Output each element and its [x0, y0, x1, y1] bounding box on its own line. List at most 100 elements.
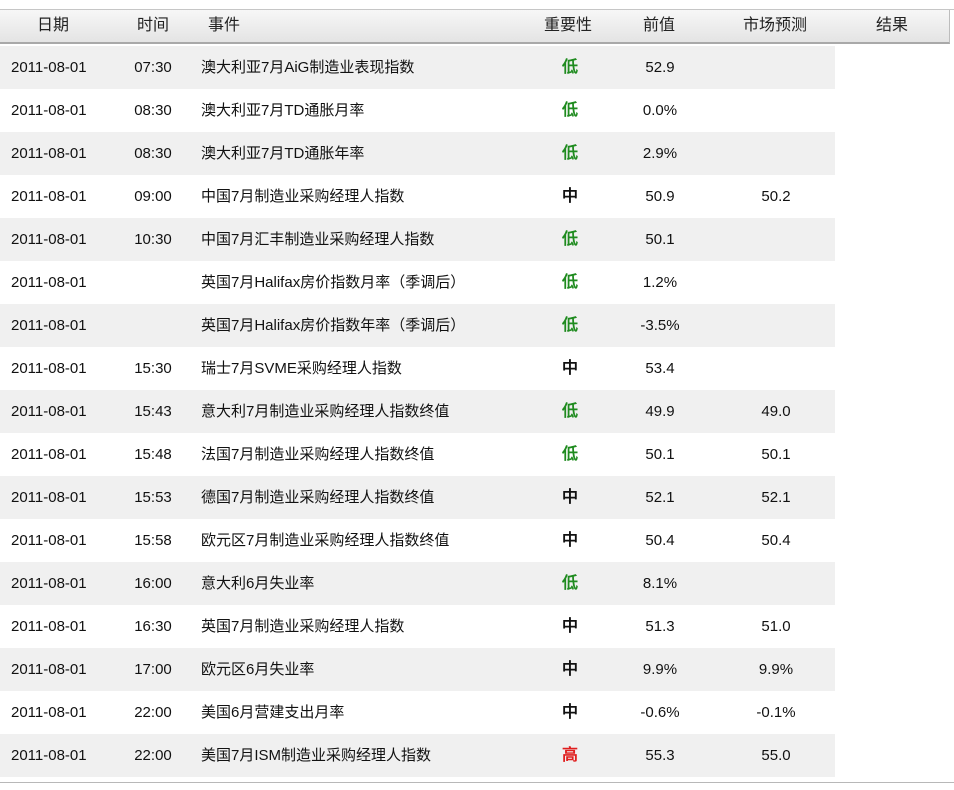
forecast-cell: 51.0: [761, 618, 791, 635]
forecast-cell: 50.4: [761, 532, 791, 549]
date-cell: 2011-08-01: [11, 102, 87, 119]
event-cell: 法国7月制造业采购经理人指数终值: [201, 446, 435, 463]
date-cell: 2011-08-01: [11, 704, 87, 721]
table-row[interactable]: 2011-08-01 07:30 澳大利亚7月AiG制造业表现指数 低 52.9: [0, 46, 835, 89]
event-cell: 瑞士7月SVME采购经理人指数: [201, 360, 402, 377]
table-row[interactable]: 2011-08-01 22:00 美国6月营建支出月率 中 -0.6% -0.1%: [0, 691, 835, 734]
table-row[interactable]: 2011-08-01 09:00 中国7月制造业采购经理人指数 中 50.9 50.2: [0, 175, 835, 218]
previous-cell: 0.0%: [642, 102, 678, 119]
time-cell: 08:30: [134, 102, 172, 119]
header-time[interactable]: 时间: [137, 10, 169, 42]
bottom-rule: [0, 782, 954, 783]
previous-cell: 50.1: [645, 231, 675, 248]
table-row[interactable]: 2011-08-01 15:53 德国7月制造业采购经理人指数终值 中 52.1 52.1: [0, 476, 835, 519]
time-cell: 16:30: [134, 618, 172, 635]
table-row[interactable]: 2011-08-01 22:00 美国7月ISM制造业采购经理人指数 高 55.3 55.…: [0, 734, 835, 777]
table-row[interactable]: 2011-08-01 15:48 法国7月制造业采购经理人指数终值 低 50.1 50.1: [0, 433, 835, 476]
previous-cell: 53.4: [645, 360, 675, 377]
header-result[interactable]: 结果: [876, 10, 908, 42]
previous-cell: 50.9: [645, 188, 675, 205]
previous-cell: 8.1%: [642, 575, 678, 592]
previous-cell: -3.5%: [640, 317, 680, 334]
table-row[interactable]: 2011-08-01 16:00 意大利6月失业率 低 8.1%: [0, 562, 835, 605]
importance-cell: 中: [561, 360, 578, 377]
date-cell: 2011-08-01: [11, 145, 87, 162]
previous-cell: 52.9: [645, 59, 675, 76]
date-cell: 2011-08-01: [11, 59, 87, 76]
event-cell: 欧元区7月制造业采购经理人指数终值: [201, 532, 450, 549]
table-row[interactable]: 2011-08-01 08:30 澳大利亚7月TD通胀月率 低 0.0%: [0, 89, 835, 132]
previous-cell: 51.3: [645, 618, 675, 635]
importance-cell: 中: [561, 618, 578, 635]
event-cell: 意大利6月失业率: [201, 575, 315, 592]
importance-cell: 低: [561, 575, 578, 592]
time-cell: 15:43: [134, 403, 172, 420]
date-cell: 2011-08-01: [11, 231, 87, 248]
event-cell: 澳大利亚7月TD通胀月率: [201, 102, 365, 119]
previous-cell: 1.2%: [642, 274, 678, 291]
date-cell: 2011-08-01: [11, 403, 87, 420]
importance-cell: 中: [561, 489, 578, 506]
time-cell: 15:30: [134, 360, 172, 377]
table-row[interactable]: 2011-08-01 英国7月Halifax房价指数年率（季调后） 低 -3.5%: [0, 304, 835, 347]
table-row[interactable]: 2011-08-01 10:30 中国7月汇丰制造业采购经理人指数 低 50.1: [0, 218, 835, 261]
time-cell: 15:48: [134, 446, 172, 463]
table-row[interactable]: 2011-08-01 16:30 英国7月制造业采购经理人指数 中 51.3 51.0: [0, 605, 835, 648]
time-cell: 15:58: [134, 532, 172, 549]
event-cell: 美国6月营建支出月率: [201, 704, 345, 721]
table-header: 日期 时间 事件 重要性 前值 市场预测 结果: [0, 10, 950, 44]
previous-cell: 52.1: [645, 489, 675, 506]
importance-cell: 低: [561, 231, 578, 248]
date-cell: 2011-08-01: [11, 532, 87, 549]
date-cell: 2011-08-01: [11, 360, 87, 377]
forecast-cell: 52.1: [761, 489, 791, 506]
time-cell: 16:00: [134, 575, 172, 592]
header-event[interactable]: 事件: [208, 10, 240, 42]
previous-cell: 50.1: [645, 446, 675, 463]
table-row[interactable]: 2011-08-01 15:43 意大利7月制造业采购经理人指数终值 低 49.9 49.…: [0, 390, 835, 433]
event-cell: 美国7月ISM制造业采购经理人指数: [201, 747, 432, 764]
forecast-cell: 50.1: [761, 446, 791, 463]
event-cell: 欧元区6月失业率: [201, 661, 315, 678]
importance-cell: 高: [561, 747, 578, 764]
time-cell: 15:53: [134, 489, 172, 506]
date-cell: 2011-08-01: [11, 661, 87, 678]
header-date[interactable]: 日期: [37, 10, 69, 42]
importance-cell: 低: [561, 59, 578, 76]
table-row[interactable]: 2011-08-01 英国7月Halifax房价指数月率（季调后） 低 1.2%: [0, 261, 835, 304]
importance-cell: 中: [561, 661, 578, 678]
header-forecast[interactable]: 市场预测: [743, 10, 807, 42]
calendar-table-body: 2011-08-01 07:30 澳大利亚7月AiG制造业表现指数低 52.9 2011…: [0, 46, 835, 777]
date-cell: 2011-08-01: [11, 317, 87, 334]
table-row[interactable]: 2011-08-01 08:30 澳大利亚7月TD通胀年率 低 2.9%: [0, 132, 835, 175]
previous-cell: -0.6%: [640, 704, 680, 721]
date-cell: 2011-08-01: [11, 489, 87, 506]
previous-cell: 9.9%: [642, 661, 678, 678]
forecast-cell: 50.2: [761, 188, 791, 205]
header-previous[interactable]: 前值: [643, 10, 675, 42]
event-cell: 意大利7月制造业采购经理人指数终值: [201, 403, 450, 420]
importance-cell: 低: [561, 145, 578, 162]
previous-cell: 55.3: [645, 747, 675, 764]
event-cell: 英国7月Halifax房价指数月率（季调后）: [201, 274, 466, 291]
time-cell: 22:00: [134, 704, 172, 721]
event-cell: 中国7月制造业采购经理人指数: [201, 188, 405, 205]
table-row[interactable]: 2011-08-01 15:58 欧元区7月制造业采购经理人指数终值 中 50.4 50.…: [0, 519, 835, 562]
importance-cell: 低: [561, 403, 578, 420]
date-cell: 2011-08-01: [11, 618, 87, 635]
table-row[interactable]: 2011-08-01 17:00 欧元区6月失业率 中 9.9% 9.9%: [0, 648, 835, 691]
event-cell: 澳大利亚7月TD通胀年率: [201, 145, 365, 162]
time-cell: 08:30: [134, 145, 172, 162]
header-importance[interactable]: 重要性: [544, 10, 592, 42]
forecast-cell: 9.9%: [758, 661, 794, 678]
forecast-cell: -0.1%: [756, 704, 796, 721]
time-cell: 10:30: [134, 231, 172, 248]
date-cell: 2011-08-01: [11, 446, 87, 463]
table-row[interactable]: 2011-08-01 15:30 瑞士7月SVME采购经理人指数 中 53.4: [0, 347, 835, 390]
forecast-cell: 49.0: [761, 403, 791, 420]
importance-cell: 低: [561, 274, 578, 291]
event-cell: 德国7月制造业采购经理人指数终值: [201, 489, 435, 506]
date-cell: 2011-08-01: [11, 575, 87, 592]
time-cell: 22:00: [134, 747, 172, 764]
importance-cell: 低: [561, 446, 578, 463]
